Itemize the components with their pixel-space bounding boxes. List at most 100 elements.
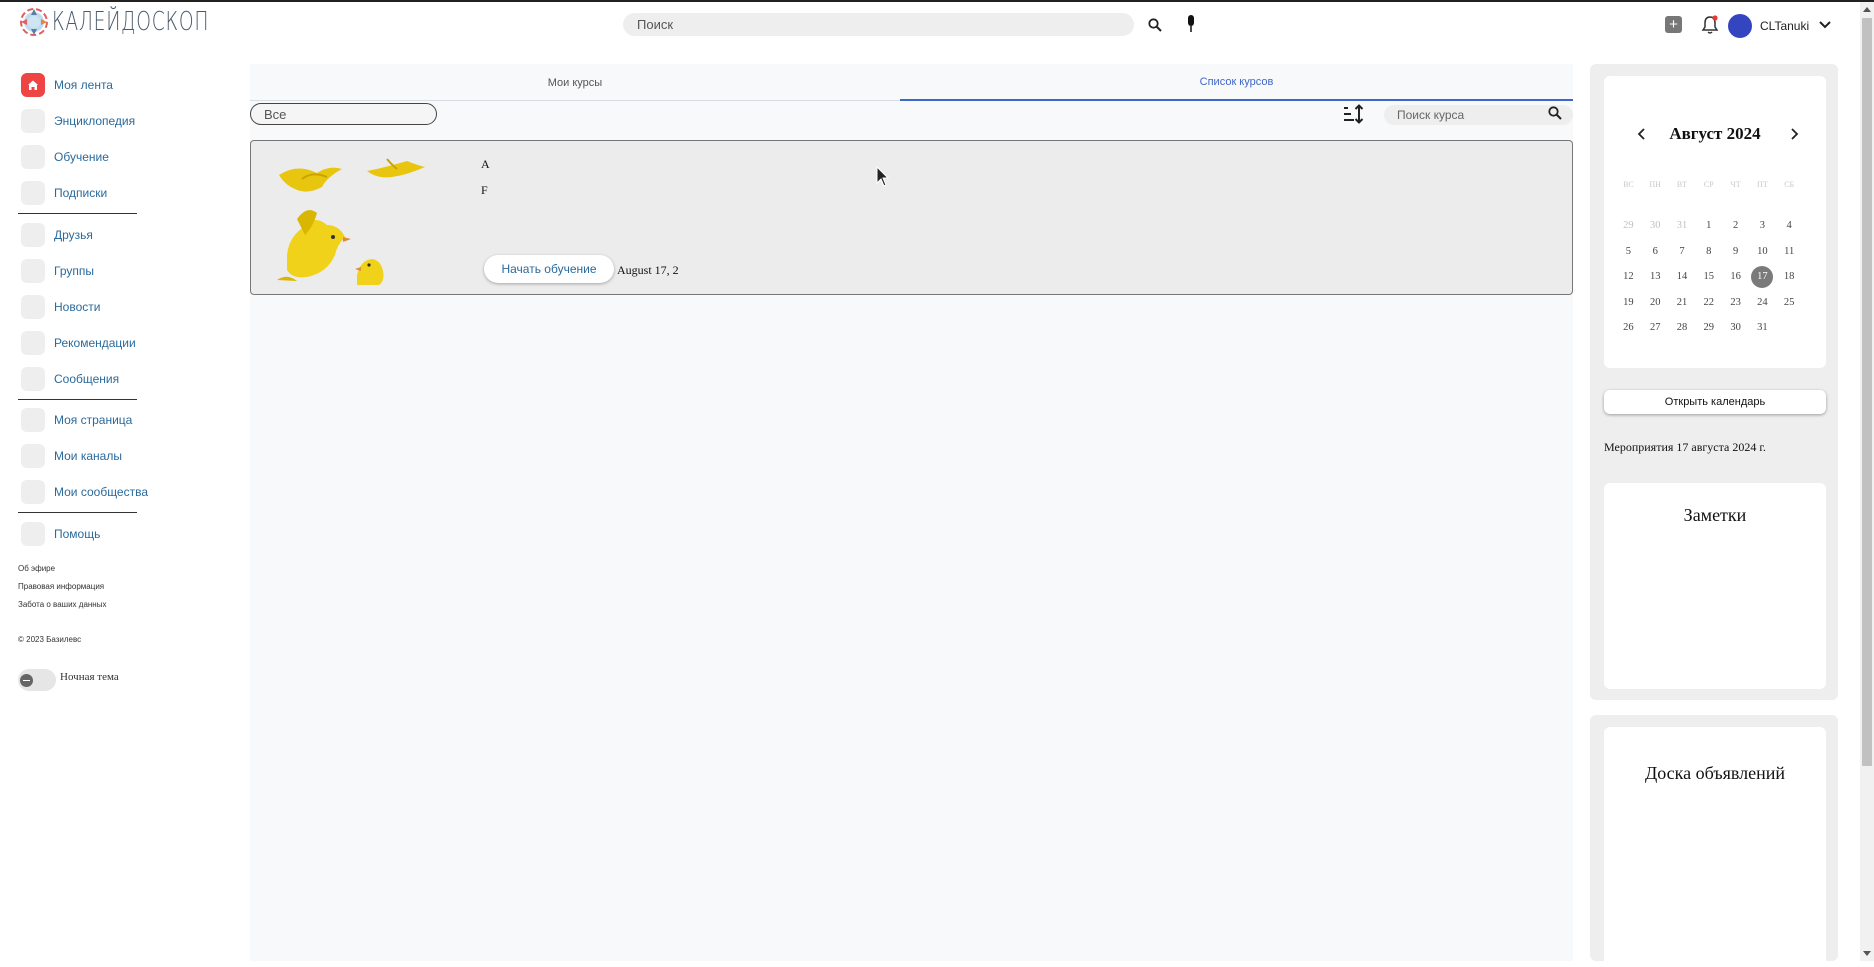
calendar-day[interactable]: 15 [1695,271,1722,282]
calendar-day[interactable]: 13 [1642,271,1669,282]
calendar-day[interactable]: 30 [1642,220,1669,231]
footer-link-legal[interactable]: Правовая информация [18,582,104,591]
sidebar-item-my-page[interactable]: Моя страница [21,408,132,432]
sidebar-item-label: Моя лента [54,78,113,92]
sidebar-item-label: Сообщения [54,372,120,386]
chevron-right-icon[interactable] [1786,126,1802,142]
course-tabs: Мои курсы Список курсов [250,64,1573,101]
calendar-week-row: 19 20 21 22 23 24 25 [1615,290,1828,316]
calendar-day[interactable]: 24 [1749,297,1776,308]
calendar-day[interactable]: 22 [1695,297,1722,308]
sidebar-item-recommendations[interactable]: Рекомендации [21,331,136,355]
announcement-board-widget[interactable]: Доска объявлений [1604,727,1826,967]
night-theme-toggle[interactable] [18,669,56,691]
sidebar-item-messages[interactable]: Сообщения [21,367,119,391]
calendar-day[interactable]: 1 [1695,220,1722,231]
calendar-week-row: 12 13 14 15 16 17 18 [1615,264,1828,290]
calendar-day[interactable]: 7 [1669,246,1696,257]
calendar-day[interactable]: 25 [1776,297,1803,308]
sidebar-item-label: Новости [54,300,101,314]
sidebar-item-learning[interactable]: Обучение [21,145,109,169]
sidebar-item-my-channels[interactable]: Мои каналы [21,444,122,468]
my-page-icon [21,408,45,432]
calendar-day[interactable]: 20 [1642,297,1669,308]
mouse-cursor-icon [876,165,890,188]
page-scrollbar[interactable] [1860,2,1874,961]
calendar-day[interactable]: 18 [1776,271,1803,282]
calendar-day-today[interactable]: 17 [1749,265,1776,288]
sidebar-divider [18,512,137,513]
sidebar-item-help[interactable]: Помощь [21,522,100,546]
start-learning-button[interactable]: Начать обучение [484,255,614,283]
calendar-day[interactable]: 27 [1642,322,1669,333]
course-card[interactable]: A F Начать обучение August 17, 2 [250,140,1573,295]
calendar-day[interactable]: 31 [1749,322,1776,333]
sidebar-item-subscriptions[interactable]: Подписки [21,181,107,205]
scroll-up-icon[interactable] [1863,7,1871,12]
sidebar-item-feed[interactable]: Моя лента [21,73,113,97]
tab-course-list[interactable]: Список курсов [900,64,1573,101]
sidebar-item-label: Мои сообщества [54,485,149,499]
footer-link-about[interactable]: Об эфире [18,564,55,573]
calendar-day[interactable]: 8 [1695,246,1722,257]
search-icon[interactable] [1548,106,1566,124]
scroll-thumb[interactable] [1862,18,1872,766]
weekday-label: ВС [1623,179,1634,189]
calendar-day[interactable]: 16 [1722,271,1749,282]
sidebar-item-news[interactable]: Новости [21,295,100,319]
sidebar-item-groups[interactable]: Группы [21,259,94,283]
microphone-icon[interactable] [1180,12,1202,36]
calendar-day[interactable]: 4 [1776,220,1803,231]
calendar-day[interactable]: 29 [1695,322,1722,333]
footer-link-privacy[interactable]: Забота о ваших данных [18,600,106,609]
course-cover-image [267,155,447,289]
avatar[interactable] [1728,14,1752,38]
calendar-day[interactable]: 19 [1615,297,1642,308]
scroll-down-icon[interactable] [1863,951,1871,956]
course-filter-select[interactable]: Все [250,103,437,125]
sidebar-item-label: Рекомендации [54,336,136,350]
sidebar-item-friends[interactable]: Друзья [21,223,93,247]
bell-icon[interactable] [1700,14,1720,36]
calendar-day[interactable]: 12 [1615,271,1642,282]
calendar-day[interactable]: 31 [1669,220,1696,231]
logo[interactable]: КАЛЕЙДОСКОП [18,6,270,38]
calendar-day[interactable]: 6 [1642,246,1669,257]
calendar-week-row: 5 6 7 8 9 10 11 [1615,239,1828,265]
calendar-day[interactable]: 26 [1615,322,1642,333]
calendar-day[interactable]: 10 [1749,246,1776,257]
calendar-day[interactable]: 21 [1669,297,1696,308]
calendar-day[interactable]: 14 [1669,271,1696,282]
right-panel: Август 2024 ВС ПН ВТ СР ЧТ ПТ СБ 29 30 31 1… [1590,64,1838,700]
sidebar-item-label: Друзья [54,228,93,242]
open-calendar-button[interactable]: Открыть календарь [1604,390,1826,414]
search-icon[interactable] [1144,14,1166,36]
course-search-input[interactable] [1384,105,1573,125]
calendar-day[interactable]: 9 [1722,246,1749,257]
calendar-day[interactable]: 2 [1722,220,1749,231]
sidebar-divider [18,399,137,400]
tab-my-courses[interactable]: Мои курсы [250,64,900,101]
help-icon [21,522,45,546]
plus-icon[interactable]: + [1665,16,1682,33]
calendar-day[interactable]: 3 [1749,220,1776,231]
weekday-label: ВТ [1676,179,1688,189]
events-label: Мероприятия 17 августа 2024 г. [1604,440,1766,454]
global-search-input[interactable] [623,13,1134,36]
sidebar-item-my-communities[interactable]: Мои сообщества [21,480,148,504]
calendar-day[interactable]: 29 [1615,220,1642,231]
calendar-widget: Август 2024 ВС ПН ВТ СР ЧТ ПТ СБ 29 30 31 1… [1604,76,1826,368]
calendar-day[interactable]: 30 [1722,322,1749,333]
calendar-weekdays: ВС ПН ВТ СР ЧТ ПТ СБ [1615,174,1828,194]
calendar-day[interactable]: 5 [1615,246,1642,257]
sidebar-item-encyclopedia[interactable]: Энциклопедия [21,109,135,133]
calendar-day[interactable]: 11 [1776,246,1803,257]
username[interactable]: CLTanuki [1760,19,1809,33]
calendar-day[interactable]: 23 [1722,297,1749,308]
calendar-day[interactable]: 28 [1669,322,1696,333]
sidebar: Моя лента Энциклопедия Обучение Подписки… [0,48,220,961]
sort-icon[interactable] [1342,103,1364,125]
chevron-down-icon[interactable] [1818,18,1832,32]
learning-icon [21,145,45,169]
notes-widget[interactable]: Заметки [1604,483,1826,689]
